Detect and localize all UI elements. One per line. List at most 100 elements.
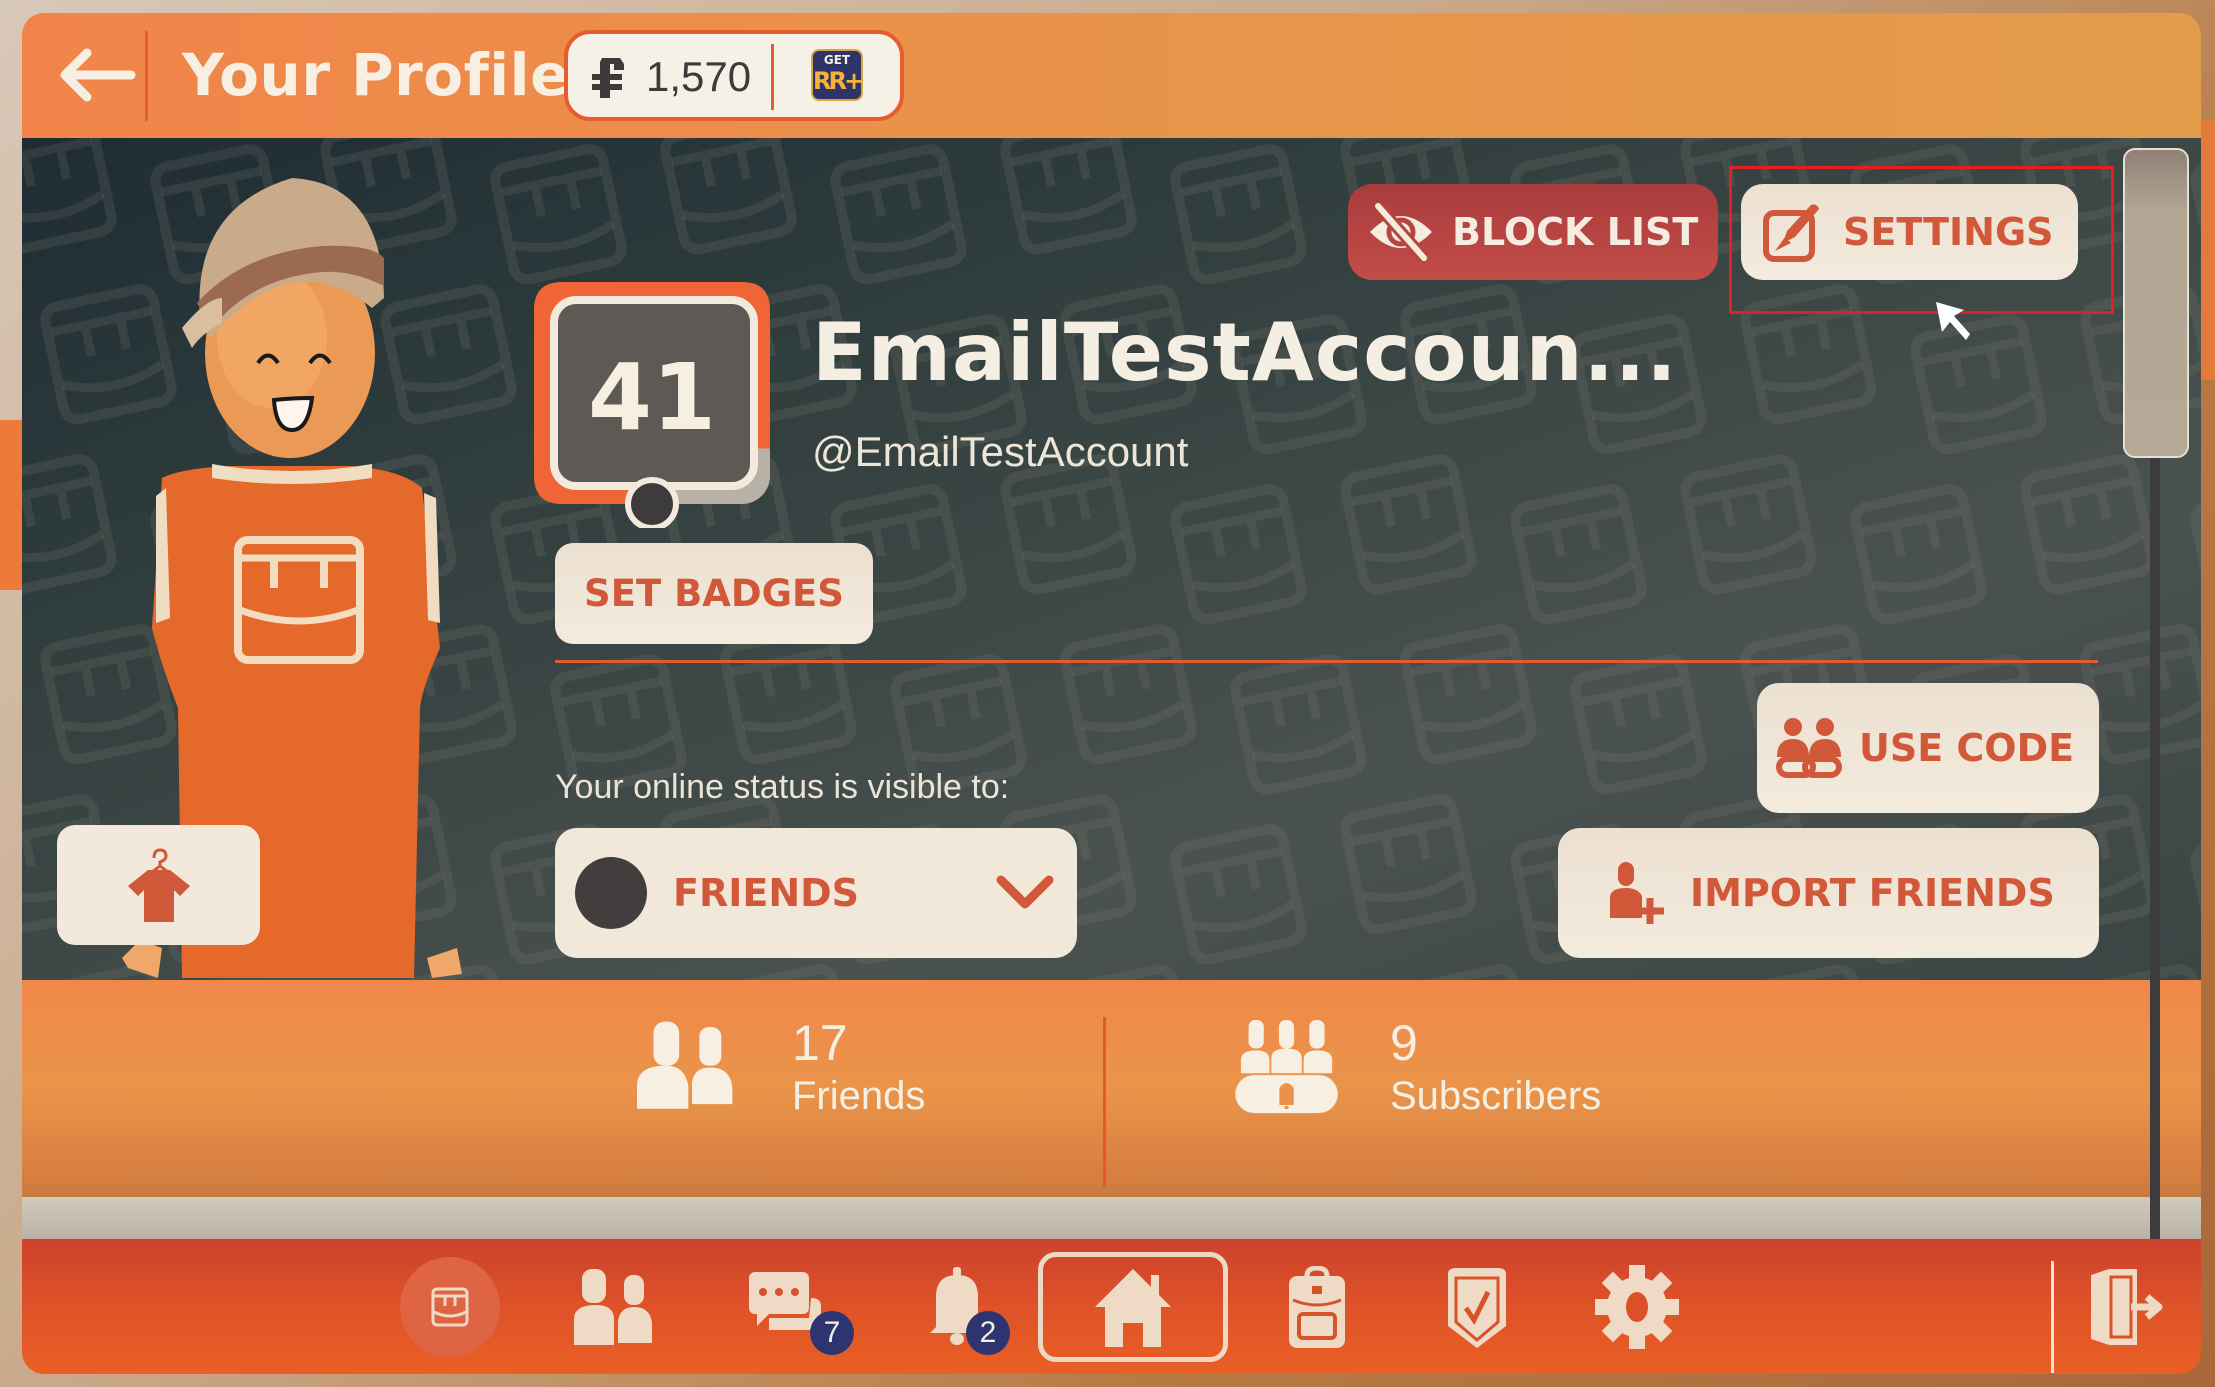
edit-pencil-icon [1763,204,1819,262]
rr-plus-label: RR+ [813,67,864,95]
nav-notifications[interactable]: 2 [892,1239,1022,1374]
nav-messages[interactable]: 7 [722,1239,862,1374]
shirt-hanger-icon [127,848,190,922]
rec-room-logo-icon [431,1287,469,1326]
chevron-down-icon [996,875,1054,909]
friends-icon [637,1021,733,1109]
page-title: Your Profile [182,41,570,109]
currency-divider [771,44,774,110]
pattern-logo-tile [22,138,117,255]
tokens-icon [592,58,624,98]
pattern-logo-tile [2080,964,2201,980]
pattern-logo-tile [830,144,967,285]
pattern-logo-tile [1060,624,1197,765]
pattern-logo-tile [1740,284,1877,425]
section-divider [555,660,2098,663]
status-selected-value: FRIENDS [673,871,860,915]
nav-profile[interactable] [395,1239,505,1374]
pattern-logo-tile [1170,144,1307,285]
nav-settings[interactable] [1582,1239,1692,1374]
gear-icon [1595,1264,1679,1349]
friends-label: Friends [792,1074,926,1118]
status-visibility-dropdown[interactable]: FRIENDS [555,828,1077,958]
pattern-logo-tile [2080,624,2201,765]
set-badges-button[interactable]: SET BADGES [555,543,873,644]
use-code-label: USE CODE [1859,726,2075,770]
nav-challenges[interactable] [1422,1239,1532,1374]
pattern-logo-tile [1170,824,1307,965]
pattern-logo-tile [2190,484,2201,625]
header-bar: Your Profile 1,570 GET RR+ [22,13,2201,138]
settings-label: SETTINGS [1843,210,2054,254]
import-friends-button[interactable]: IMPORT FRIENDS [1558,828,2099,958]
stats-bar: 17 Friends 9 Subscribers [22,980,2201,1197]
pattern-logo-tile [1910,314,2047,455]
status-indicator-dot [575,857,647,929]
level-number: 41 [587,344,717,451]
eye-slash-icon [1370,202,1432,262]
pattern-logo-tile [490,144,627,285]
change-outfit-button[interactable] [57,825,260,945]
set-badges-label: SET BADGES [584,572,844,615]
pattern-logo-tile [1340,794,1477,935]
profile-content: BLOCK LIST SETTINGS 41 EmailTestAccoun..… [22,138,2201,980]
back-button[interactable] [42,35,152,115]
get-rec-room-plus-button[interactable]: GET RR+ [811,49,864,101]
subscribers-bell-icon [1235,1020,1338,1114]
import-friends-label: IMPORT FRIENDS [1690,871,2055,915]
pattern-logo-tile [2190,824,2201,965]
block-list-button[interactable]: BLOCK LIST [1348,184,1718,280]
pattern-logo-tile [720,964,857,980]
exit-door-icon [2091,1268,2163,1345]
nav-home[interactable] [1036,1239,1230,1374]
nav-backpack[interactable] [1262,1239,1372,1374]
messages-badge: 7 [810,1311,854,1355]
currency-display: 1,570 GET RR+ [564,30,904,121]
pattern-logo-tile [1340,454,1477,595]
use-code-button[interactable]: USE CODE [1757,683,2099,813]
stats-divider [1103,1017,1106,1187]
pattern-logo-tile [1510,484,1647,625]
friends-count: 17 [792,1015,848,1071]
subscribers-count: 9 [1390,1015,1418,1071]
get-label: GET [823,53,851,67]
pattern-logo-tile [2190,144,2201,285]
pattern-logo-tile [1060,964,1197,980]
pattern-logo-tile [22,454,117,595]
pattern-logo-tile [1400,964,1537,980]
pattern-logo-tile [1230,654,1367,795]
nav-friends[interactable] [562,1239,672,1374]
scrollbar-thumb[interactable] [2123,148,2189,458]
pattern-logo-tile [1170,484,1307,625]
stats-footer-strip [22,1197,2201,1239]
pattern-logo-tile [1570,654,1707,795]
settings-button[interactable]: SETTINGS [1741,184,2078,280]
pattern-logo-tile [2020,454,2157,595]
pattern-logo-tile [660,138,797,255]
subscribers-stat[interactable]: 9 Subscribers [1235,1015,1601,1118]
nav-divider [2051,1261,2054,1373]
home-icon [1095,1268,1171,1347]
people-icon [574,1268,652,1345]
notifications-badge: 2 [966,1311,1010,1355]
home-selected-frame [1038,1251,1228,1362]
display-name: EmailTestAccoun... [812,306,1678,399]
arrow-left-icon [60,48,136,102]
subscribers-label: Subscribers [1390,1074,1602,1118]
pattern-logo-tile [1000,454,1137,595]
pattern-logo-tile [1850,484,1987,625]
username-handle: @EmailTestAccount [812,428,1189,475]
shield-check-icon [1448,1267,1506,1348]
add-person-icon [1610,862,1664,924]
bottom-nav: 7 2 [22,1239,2201,1374]
pattern-logo-tile [1400,624,1537,765]
header-divider [145,31,148,121]
friends-stat[interactable]: 17 Friends [637,1015,925,1118]
people-link-icon [1776,718,1842,778]
pattern-logo-tile [720,624,857,765]
status-visibility-label: Your online status is visible to: [555,768,1010,806]
nav-exit[interactable] [2077,1239,2177,1374]
currency-amount: 1,570 [646,53,752,100]
pattern-logo-tile [1680,454,1817,595]
pattern-logo-tile [1740,964,1877,980]
